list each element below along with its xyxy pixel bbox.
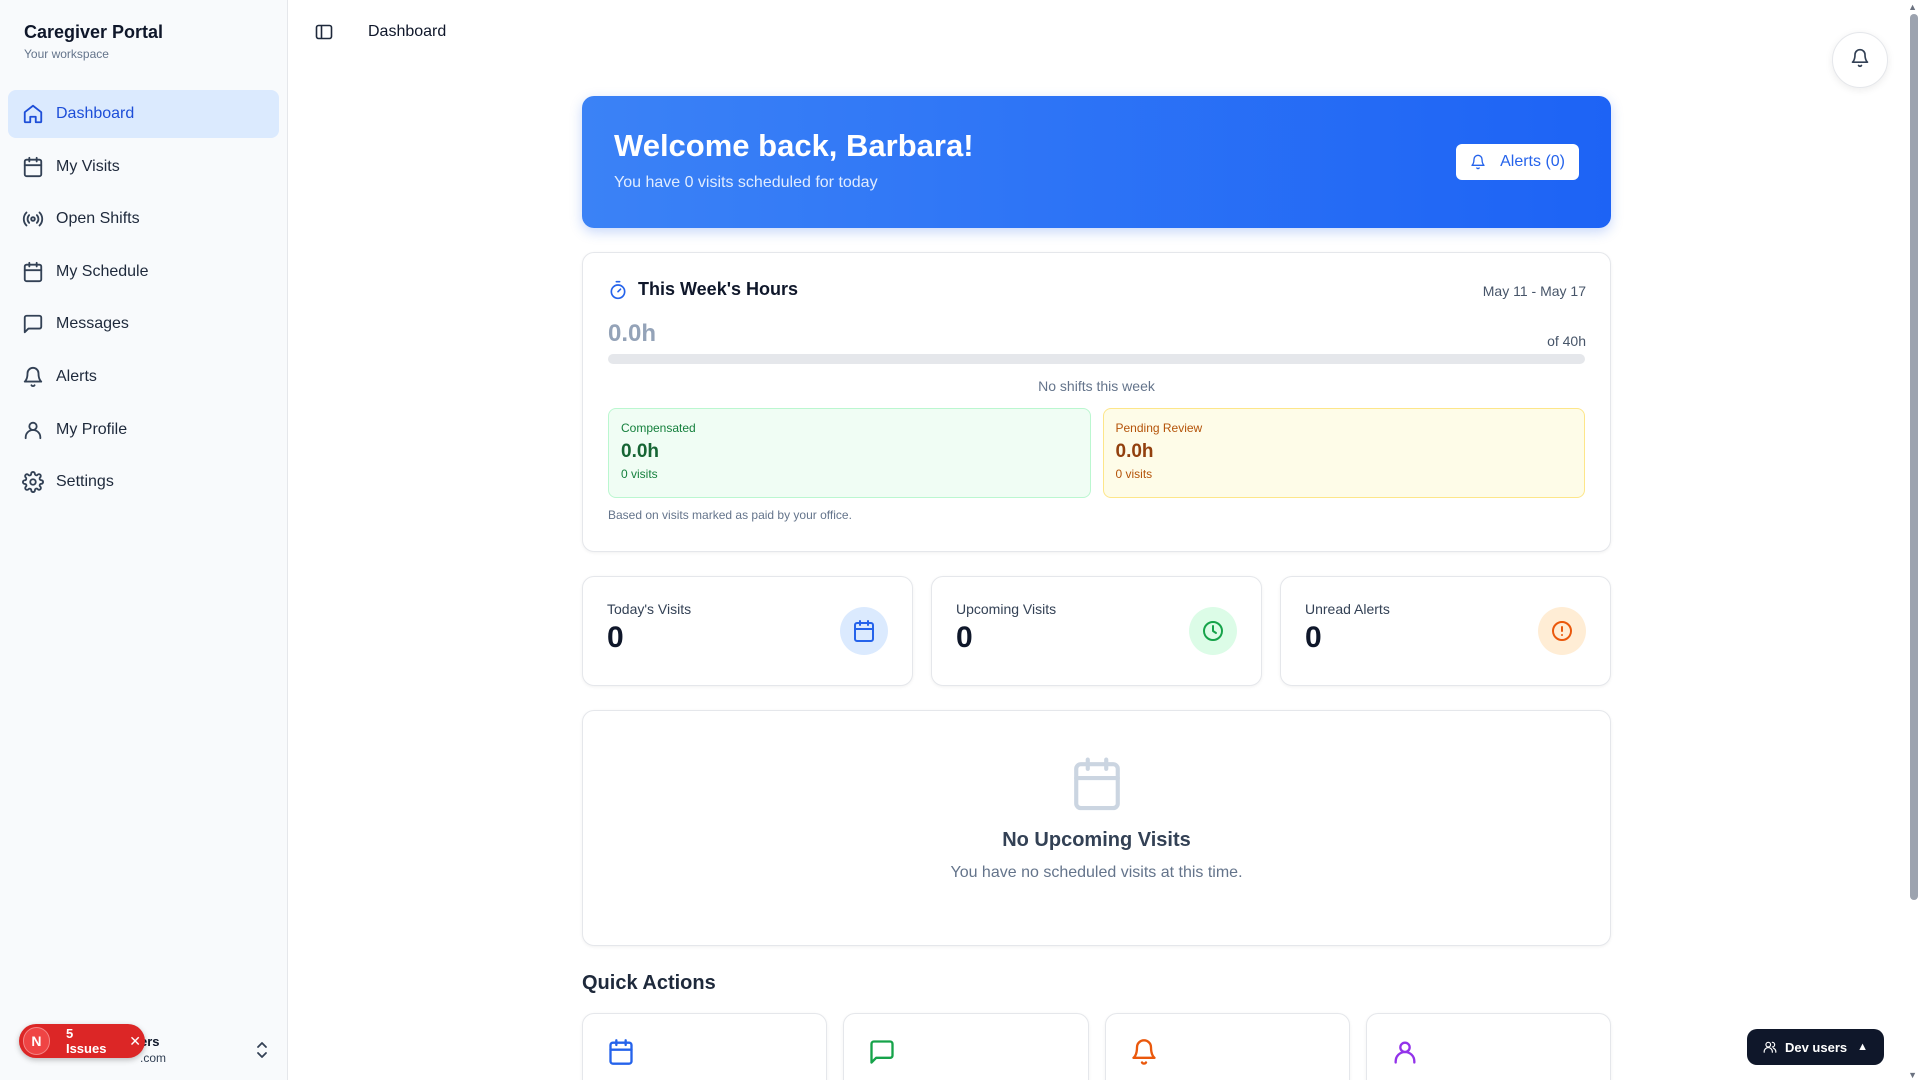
- hours-note: Based on visits marked as paid by your o…: [608, 508, 852, 522]
- chevron-up-down-icon: [254, 1040, 270, 1060]
- weekly-hours-card: This Week's Hours May 11 - May 17 0.0h o…: [582, 252, 1611, 552]
- stats-row: Today's Visits 0 Upcoming Visits 0 Unrea…: [582, 576, 1611, 686]
- message-icon: [22, 313, 44, 335]
- calendar-icon: [840, 607, 888, 655]
- welcome-banner: Welcome back, Barbara! You have 0 visits…: [582, 96, 1611, 228]
- page-title: Dashboard: [368, 23, 447, 40]
- user-icon: [22, 419, 44, 441]
- dev-users-label: Dev users: [1784, 1039, 1848, 1055]
- user-icon: [1394, 1041, 1416, 1064]
- hours-total: 0.0h: [608, 320, 657, 347]
- welcome-subtitle: You have 0 visits scheduled for today: [614, 174, 878, 191]
- hours-goal: of 40h: [1547, 333, 1586, 349]
- message-icon: [870, 1040, 894, 1064]
- sidebar-item-my-visits[interactable]: My Visits: [8, 143, 279, 191]
- sidebar-item-label: My Schedule: [56, 262, 149, 280]
- app-subtitle: Your workspace: [24, 47, 109, 61]
- compensated-value: 0.0h: [621, 441, 660, 462]
- main-content: Welcome back, Barbara! You have 0 visits…: [582, 96, 1611, 1080]
- quick-action-visits[interactable]: [582, 1013, 828, 1080]
- hours-breakdown: Compensated 0.0h 0 visits Pending Review…: [608, 408, 1585, 498]
- weekly-hours-header: This Week's Hours: [608, 279, 1585, 300]
- compensated-label: Compensated: [621, 421, 696, 435]
- quick-actions-title: Quick Actions: [582, 972, 716, 994]
- quick-action-alerts[interactable]: [1104, 1013, 1350, 1080]
- dev-users-button[interactable]: Dev users ▲: [1746, 1029, 1884, 1065]
- sidebar-item-my-profile[interactable]: My Profile: [8, 406, 279, 454]
- alerts-button-label: Alerts (0): [1500, 153, 1565, 170]
- quick-actions: [582, 1013, 1611, 1080]
- empty-title: No Upcoming Visits: [1002, 829, 1191, 851]
- sidebar-item-label: Dashboard: [56, 105, 135, 122]
- gear-icon: [22, 471, 44, 494]
- sidebar-item-dashboard[interactable]: Dashboard: [8, 90, 279, 138]
- stat-card-upcoming-visits[interactable]: Upcoming Visits 0: [931, 576, 1262, 686]
- sidebar-item-settings[interactable]: Settings: [8, 458, 279, 506]
- bell-icon: [1850, 48, 1870, 73]
- bell-icon: [1471, 154, 1485, 170]
- broadcast-icon: [22, 208, 44, 230]
- calendar-icon: [22, 156, 44, 178]
- sidebar-item-label: My Visits: [56, 157, 120, 175]
- user-email: .com: [140, 1051, 167, 1065]
- app-title: Caregiver Portal: [24, 22, 164, 42]
- pending-count: 0 visits: [1115, 467, 1153, 481]
- week-range: May 11 - May 17: [1482, 283, 1586, 299]
- calendar-icon: [1073, 757, 1120, 811]
- sidebar-item-alerts[interactable]: Alerts: [8, 353, 279, 401]
- users-icon: [1763, 1041, 1777, 1053]
- issues-label: 5 Issues: [65, 1026, 107, 1056]
- brand: Caregiver Portal Your workspace: [0, 0, 287, 80]
- alerts-button[interactable]: Alerts (0): [1456, 144, 1579, 180]
- stat-card-todays-visits[interactable]: Today's Visits 0: [582, 576, 913, 686]
- sidebar-item-my-schedule[interactable]: My Schedule: [8, 248, 279, 296]
- welcome-title: Welcome back, Barbara!: [614, 128, 974, 163]
- empty-subtitle: You have no scheduled visits at this tim…: [950, 864, 1243, 881]
- pending-value: 0.0h: [1115, 441, 1154, 462]
- sidebar-item-label: Open Shifts: [56, 210, 140, 228]
- topbar: Dashboard: [288, 0, 1920, 64]
- quick-action-profile[interactable]: [1365, 1013, 1611, 1080]
- timer-icon: [610, 280, 626, 299]
- bell-icon: [1131, 1039, 1156, 1065]
- bell-icon: [22, 366, 44, 388]
- issues-initial: N: [23, 1027, 50, 1055]
- sidebar-item-open-shifts[interactable]: Open Shifts: [8, 195, 279, 243]
- sidebar-item-label: Messages: [56, 315, 129, 333]
- sidebar-item-label: Settings: [56, 473, 114, 491]
- sidebar-item-messages[interactable]: Messages: [8, 300, 279, 348]
- upcoming-visits-empty: No Upcoming Visits You have no scheduled…: [582, 710, 1611, 946]
- close-icon[interactable]: ✕: [129, 1033, 141, 1050]
- scroll-down-arrow-icon[interactable]: ▼: [1908, 1070, 1917, 1080]
- no-shifts-text: No shifts this week: [1038, 378, 1155, 394]
- calendar-icon: [22, 261, 44, 283]
- notifications-button[interactable]: [1832, 32, 1888, 88]
- sidebar-item-label: My Profile: [56, 420, 128, 438]
- compensated-card: Compensated 0.0h 0 visits: [608, 408, 1091, 498]
- sidebar-toggle-icon[interactable]: [314, 22, 334, 42]
- quick-action-messages[interactable]: [843, 1013, 1089, 1080]
- scroll-up-arrow-icon[interactable]: ▲: [1908, 2, 1917, 12]
- sidebar-item-label: Alerts: [56, 367, 97, 385]
- home-icon: [22, 103, 44, 125]
- hours-progress-bar: [608, 354, 1585, 364]
- alert-circle-icon: [1538, 607, 1586, 655]
- pending-label: Pending Review: [1115, 421, 1203, 435]
- scrollbar-thumb[interactable]: [1910, 14, 1918, 900]
- stat-card-unread-alerts[interactable]: Unread Alerts 0: [1280, 576, 1611, 686]
- sidebar: Caregiver Portal Your workspace Dashboar…: [0, 0, 288, 1080]
- weekly-hours-title: This Week's Hours: [638, 279, 798, 299]
- calendar-icon: [609, 1039, 633, 1065]
- sidebar-nav: Dashboard My Visits Open Shifts My Sched…: [0, 80, 287, 506]
- clock-icon: [1189, 607, 1237, 655]
- chevron-up-icon: ▲: [1857, 1041, 1868, 1053]
- pending-review-card: Pending Review 0.0h 0 visits: [1102, 408, 1585, 498]
- issues-badge[interactable]: N 5 Issues ✕: [19, 1024, 145, 1058]
- compensated-count: 0 visits: [621, 467, 658, 481]
